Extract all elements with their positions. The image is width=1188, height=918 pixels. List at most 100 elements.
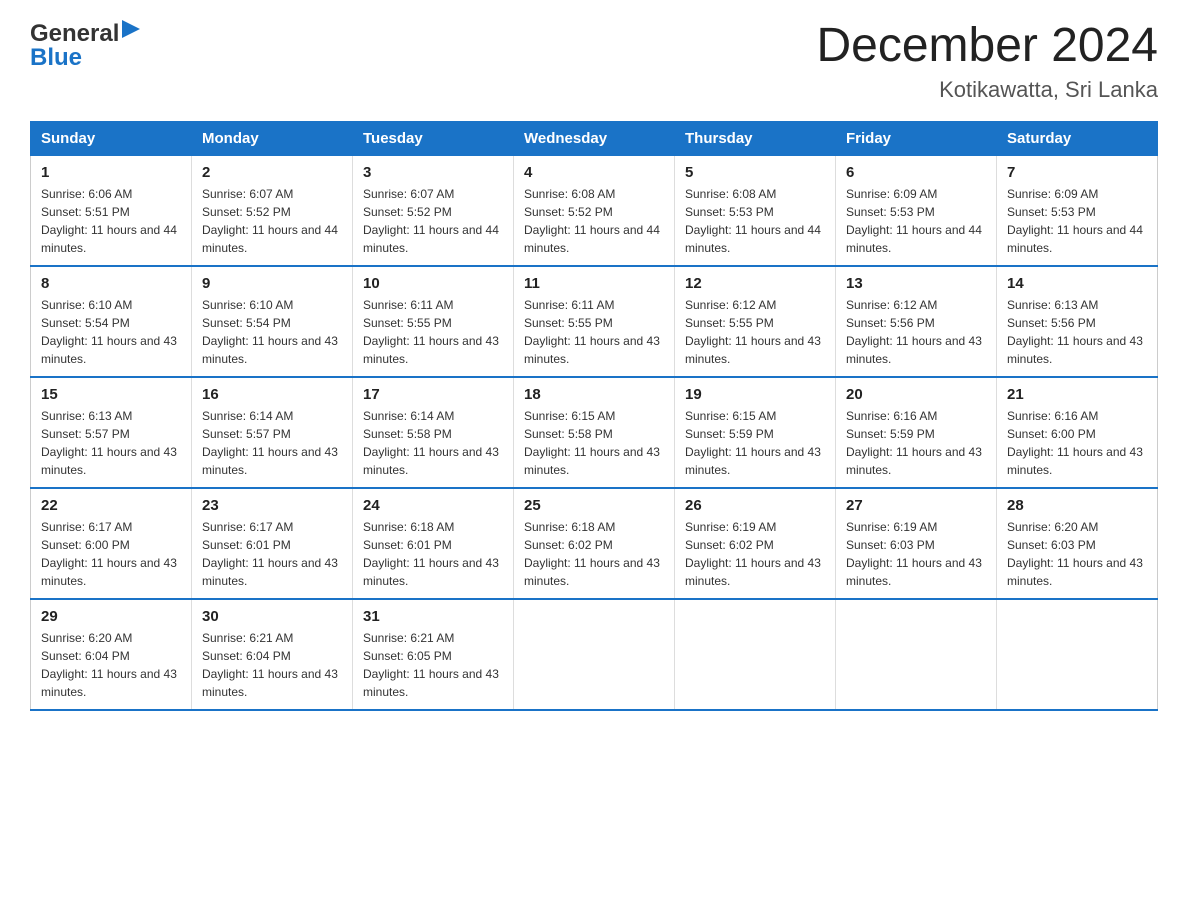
day-info: Sunrise: 6:10 AMSunset: 5:54 PMDaylight:… bbox=[202, 296, 342, 368]
day-number: 27 bbox=[846, 497, 986, 514]
calendar-cell: 22 Sunrise: 6:17 AMSunset: 6:00 PMDaylig… bbox=[31, 488, 192, 599]
day-number: 23 bbox=[202, 497, 342, 514]
day-number: 16 bbox=[202, 386, 342, 403]
calendar-cell bbox=[514, 599, 675, 710]
day-number: 15 bbox=[41, 386, 181, 403]
day-info: Sunrise: 6:21 AMSunset: 6:04 PMDaylight:… bbox=[202, 629, 342, 701]
day-info: Sunrise: 6:07 AMSunset: 5:52 PMDaylight:… bbox=[363, 185, 503, 257]
day-info: Sunrise: 6:19 AMSunset: 6:02 PMDaylight:… bbox=[685, 518, 825, 590]
day-number: 30 bbox=[202, 608, 342, 625]
calendar-cell: 28 Sunrise: 6:20 AMSunset: 6:03 PMDaylig… bbox=[997, 488, 1158, 599]
day-info: Sunrise: 6:10 AMSunset: 5:54 PMDaylight:… bbox=[41, 296, 181, 368]
calendar-cell: 6 Sunrise: 6:09 AMSunset: 5:53 PMDayligh… bbox=[836, 155, 997, 266]
calendar-cell: 18 Sunrise: 6:15 AMSunset: 5:58 PMDaylig… bbox=[514, 377, 675, 488]
calendar-cell: 20 Sunrise: 6:16 AMSunset: 5:59 PMDaylig… bbox=[836, 377, 997, 488]
header-thursday: Thursday bbox=[675, 121, 836, 155]
day-number: 6 bbox=[846, 164, 986, 181]
week-row-5: 29 Sunrise: 6:20 AMSunset: 6:04 PMDaylig… bbox=[31, 599, 1158, 710]
calendar-cell: 4 Sunrise: 6:08 AMSunset: 5:52 PMDayligh… bbox=[514, 155, 675, 266]
header-monday: Monday bbox=[192, 121, 353, 155]
day-number: 7 bbox=[1007, 164, 1147, 181]
day-number: 29 bbox=[41, 608, 181, 625]
title-block: December 2024 Kotikawatta, Sri Lanka bbox=[816, 20, 1158, 103]
day-number: 4 bbox=[524, 164, 664, 181]
day-number: 2 bbox=[202, 164, 342, 181]
day-number: 18 bbox=[524, 386, 664, 403]
location-label: Kotikawatta, Sri Lanka bbox=[816, 77, 1158, 103]
day-number: 31 bbox=[363, 608, 503, 625]
day-number: 12 bbox=[685, 275, 825, 292]
day-number: 17 bbox=[363, 386, 503, 403]
day-info: Sunrise: 6:17 AMSunset: 6:00 PMDaylight:… bbox=[41, 518, 181, 590]
calendar-cell bbox=[997, 599, 1158, 710]
calendar-cell: 14 Sunrise: 6:13 AMSunset: 5:56 PMDaylig… bbox=[997, 266, 1158, 377]
calendar-cell: 5 Sunrise: 6:08 AMSunset: 5:53 PMDayligh… bbox=[675, 155, 836, 266]
logo: General Blue bbox=[30, 20, 140, 70]
page-header: General Blue December 2024 Kotikawatta, … bbox=[30, 20, 1158, 103]
day-info: Sunrise: 6:15 AMSunset: 5:59 PMDaylight:… bbox=[685, 407, 825, 479]
day-info: Sunrise: 6:14 AMSunset: 5:57 PMDaylight:… bbox=[202, 407, 342, 479]
day-number: 25 bbox=[524, 497, 664, 514]
day-info: Sunrise: 6:13 AMSunset: 5:56 PMDaylight:… bbox=[1007, 296, 1147, 368]
calendar-cell: 9 Sunrise: 6:10 AMSunset: 5:54 PMDayligh… bbox=[192, 266, 353, 377]
day-info: Sunrise: 6:07 AMSunset: 5:52 PMDaylight:… bbox=[202, 185, 342, 257]
calendar-cell: 25 Sunrise: 6:18 AMSunset: 6:02 PMDaylig… bbox=[514, 488, 675, 599]
calendar-cell: 17 Sunrise: 6:14 AMSunset: 5:58 PMDaylig… bbox=[353, 377, 514, 488]
day-number: 3 bbox=[363, 164, 503, 181]
calendar-cell: 16 Sunrise: 6:14 AMSunset: 5:57 PMDaylig… bbox=[192, 377, 353, 488]
day-number: 10 bbox=[363, 275, 503, 292]
calendar-cell: 8 Sunrise: 6:10 AMSunset: 5:54 PMDayligh… bbox=[31, 266, 192, 377]
day-number: 8 bbox=[41, 275, 181, 292]
day-info: Sunrise: 6:16 AMSunset: 6:00 PMDaylight:… bbox=[1007, 407, 1147, 479]
day-number: 28 bbox=[1007, 497, 1147, 514]
day-number: 20 bbox=[846, 386, 986, 403]
calendar-cell: 31 Sunrise: 6:21 AMSunset: 6:05 PMDaylig… bbox=[353, 599, 514, 710]
logo-blue-label: Blue bbox=[30, 46, 82, 70]
day-number: 24 bbox=[363, 497, 503, 514]
header-saturday: Saturday bbox=[997, 121, 1158, 155]
day-info: Sunrise: 6:09 AMSunset: 5:53 PMDaylight:… bbox=[1007, 185, 1147, 257]
logo-arrow-icon bbox=[122, 17, 140, 45]
day-info: Sunrise: 6:16 AMSunset: 5:59 PMDaylight:… bbox=[846, 407, 986, 479]
day-number: 1 bbox=[41, 164, 181, 181]
day-info: Sunrise: 6:08 AMSunset: 5:53 PMDaylight:… bbox=[685, 185, 825, 257]
day-number: 11 bbox=[524, 275, 664, 292]
calendar-cell: 24 Sunrise: 6:18 AMSunset: 6:01 PMDaylig… bbox=[353, 488, 514, 599]
calendar-header-row: SundayMondayTuesdayWednesdayThursdayFrid… bbox=[31, 121, 1158, 155]
day-number: 26 bbox=[685, 497, 825, 514]
day-number: 5 bbox=[685, 164, 825, 181]
calendar-cell: 12 Sunrise: 6:12 AMSunset: 5:55 PMDaylig… bbox=[675, 266, 836, 377]
week-row-1: 1 Sunrise: 6:06 AMSunset: 5:51 PMDayligh… bbox=[31, 155, 1158, 266]
calendar-cell: 10 Sunrise: 6:11 AMSunset: 5:55 PMDaylig… bbox=[353, 266, 514, 377]
header-tuesday: Tuesday bbox=[353, 121, 514, 155]
day-info: Sunrise: 6:21 AMSunset: 6:05 PMDaylight:… bbox=[363, 629, 503, 701]
day-info: Sunrise: 6:12 AMSunset: 5:55 PMDaylight:… bbox=[685, 296, 825, 368]
day-info: Sunrise: 6:08 AMSunset: 5:52 PMDaylight:… bbox=[524, 185, 664, 257]
day-info: Sunrise: 6:18 AMSunset: 6:01 PMDaylight:… bbox=[363, 518, 503, 590]
week-row-2: 8 Sunrise: 6:10 AMSunset: 5:54 PMDayligh… bbox=[31, 266, 1158, 377]
calendar-cell: 1 Sunrise: 6:06 AMSunset: 5:51 PMDayligh… bbox=[31, 155, 192, 266]
day-info: Sunrise: 6:13 AMSunset: 5:57 PMDaylight:… bbox=[41, 407, 181, 479]
calendar-cell: 11 Sunrise: 6:11 AMSunset: 5:55 PMDaylig… bbox=[514, 266, 675, 377]
day-number: 19 bbox=[685, 386, 825, 403]
calendar-cell: 29 Sunrise: 6:20 AMSunset: 6:04 PMDaylig… bbox=[31, 599, 192, 710]
day-info: Sunrise: 6:11 AMSunset: 5:55 PMDaylight:… bbox=[363, 296, 503, 368]
day-info: Sunrise: 6:18 AMSunset: 6:02 PMDaylight:… bbox=[524, 518, 664, 590]
calendar-cell: 2 Sunrise: 6:07 AMSunset: 5:52 PMDayligh… bbox=[192, 155, 353, 266]
calendar-cell: 7 Sunrise: 6:09 AMSunset: 5:53 PMDayligh… bbox=[997, 155, 1158, 266]
day-info: Sunrise: 6:12 AMSunset: 5:56 PMDaylight:… bbox=[846, 296, 986, 368]
calendar-cell: 26 Sunrise: 6:19 AMSunset: 6:02 PMDaylig… bbox=[675, 488, 836, 599]
header-sunday: Sunday bbox=[31, 121, 192, 155]
day-number: 22 bbox=[41, 497, 181, 514]
day-info: Sunrise: 6:19 AMSunset: 6:03 PMDaylight:… bbox=[846, 518, 986, 590]
header-friday: Friday bbox=[836, 121, 997, 155]
calendar-cell bbox=[836, 599, 997, 710]
calendar-cell bbox=[675, 599, 836, 710]
day-info: Sunrise: 6:14 AMSunset: 5:58 PMDaylight:… bbox=[363, 407, 503, 479]
day-number: 9 bbox=[202, 275, 342, 292]
day-info: Sunrise: 6:17 AMSunset: 6:01 PMDaylight:… bbox=[202, 518, 342, 590]
day-info: Sunrise: 6:11 AMSunset: 5:55 PMDaylight:… bbox=[524, 296, 664, 368]
month-title: December 2024 bbox=[816, 20, 1158, 73]
day-info: Sunrise: 6:15 AMSunset: 5:58 PMDaylight:… bbox=[524, 407, 664, 479]
day-info: Sunrise: 6:06 AMSunset: 5:51 PMDaylight:… bbox=[41, 185, 181, 257]
